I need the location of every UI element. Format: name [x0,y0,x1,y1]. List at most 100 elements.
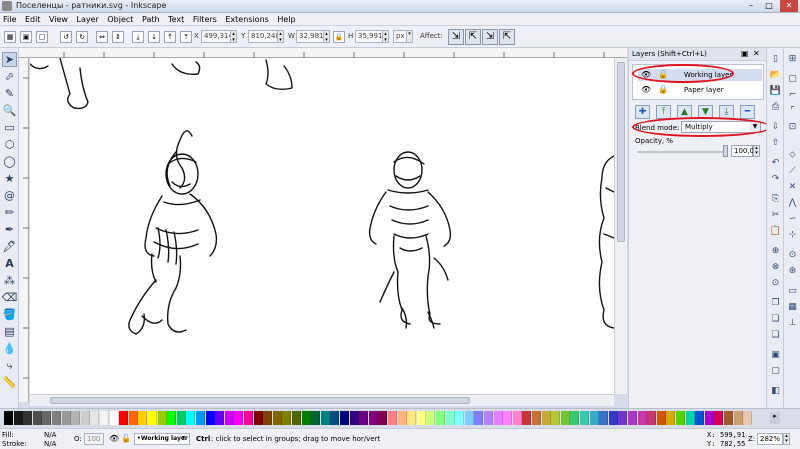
locked-icon[interactable]: 🔒 [658,84,668,96]
color-swatch[interactable] [224,411,234,425]
unlink-clone-icon[interactable]: ❑ [769,328,782,341]
color-swatch[interactable] [474,411,484,425]
export-icon[interactable]: ⇧ [769,136,782,149]
color-swatch[interactable] [522,411,532,425]
color-swatch[interactable] [90,411,100,425]
color-swatch[interactable] [484,411,493,425]
color-swatch[interactable] [13,411,23,425]
cut-icon[interactable]: ✂ [769,208,782,221]
color-swatch[interactable] [330,411,340,425]
color-swatch[interactable] [119,411,129,425]
snap-intersection-icon[interactable]: ✕ [786,180,799,193]
copy-icon[interactable]: ⎘ [769,192,782,205]
color-swatch[interactable] [656,411,666,425]
layer-name[interactable]: Paper layer [684,84,724,96]
color-swatch[interactable] [637,411,647,425]
text-tool-icon[interactable]: A [2,256,17,271]
horizontal-ruler[interactable] [19,48,627,58]
add-layer-button[interactable]: ✚ [635,105,650,119]
clone-icon[interactable]: ❏ [769,312,782,325]
menu-extensions[interactable]: Extensions [222,13,271,26]
color-swatch[interactable] [148,411,157,425]
color-swatch[interactable] [397,411,407,425]
zoom-drawing-icon[interactable]: ⊗ [769,260,782,273]
opacity-slider-handle[interactable] [723,145,728,157]
remove-layer-button[interactable]: ━ [740,105,755,119]
tweak-tool-icon[interactable]: ✎ [2,86,17,101]
panel-close-icon[interactable]: ✕ [753,49,760,58]
move-patterns-icon[interactable]: ⇱ [499,29,515,45]
color-swatch[interactable] [272,411,282,425]
color-swatch[interactable] [551,411,561,425]
close-button[interactable]: ✕ [780,0,798,12]
unlocked-icon[interactable]: 🔓 [121,434,131,443]
rectangle-tool-icon[interactable]: ▭ [2,120,17,135]
minimize-button[interactable]: – [742,0,760,12]
new-document-icon[interactable]: ▯ [769,52,782,65]
flip-horizontal-icon[interactable]: ⇔ [96,31,108,43]
color-swatch[interactable] [503,411,513,425]
zoom-page-icon[interactable]: ⊙ [769,276,782,289]
h-spin[interactable]: ▴ ▾ [382,30,389,43]
vertical-scroll-thumb[interactable] [617,62,625,242]
color-swatch[interactable] [52,411,61,425]
eye-visible-icon[interactable]: 👁 [109,434,119,443]
gradient-tool-icon[interactable]: ▤ [2,324,17,339]
color-swatch[interactable] [724,411,733,425]
rotate-cw-icon[interactable]: ↻ [76,31,88,43]
color-swatch[interactable] [743,411,753,425]
select-all-icon[interactable]: ▦ [4,31,16,43]
select-all-layers-icon[interactable]: ▣ [20,31,32,43]
vertical-scrollbar[interactable] [614,58,627,394]
units-dropdown-icon[interactable]: ▾ [406,30,413,43]
fill-stroke-icon[interactable]: ◧ [769,384,782,397]
panel-menu-icon[interactable]: ▣ [741,49,749,58]
3d-box-tool-icon[interactable]: ⬡ [2,137,17,152]
snap-bbox-midpoint-icon[interactable]: ⊡ [786,120,799,133]
zoom-spin[interactable]: ▴ ▾ [783,433,790,445]
lower-icon[interactable]: ↓ [148,31,160,43]
color-swatch[interactable] [560,411,570,425]
undo-icon[interactable]: ↶ [769,156,782,169]
snap-cusp-icon[interactable]: ⋀ [786,196,799,209]
node-tool-icon[interactable]: ⬀ [2,69,17,84]
color-swatch[interactable] [647,411,657,425]
color-swatch[interactable] [138,411,148,425]
color-swatch[interactable] [42,411,52,425]
raise-layer-top-button[interactable]: ⤒ [656,105,671,119]
color-swatch[interactable] [407,411,417,425]
color-swatch[interactable] [205,411,215,425]
color-swatch[interactable] [493,411,503,425]
spray-tool-icon[interactable]: ⁂ [2,273,17,288]
chevron-down-icon[interactable]: ▾ [182,434,185,441]
snap-grid-icon[interactable]: ▦ [786,300,799,313]
deselect-icon[interactable]: ▢ [36,31,48,43]
snap-bbox-edge-icon[interactable]: ⌐ [786,88,799,101]
maximize-button[interactable]: □ [760,0,778,12]
opacity-input[interactable]: 100 [84,433,104,445]
color-swatch[interactable] [234,411,244,425]
color-swatch[interactable] [368,411,378,425]
paste-icon[interactable]: 📋 [769,224,782,237]
color-swatch[interactable] [676,411,685,425]
vertical-ruler[interactable] [19,58,29,402]
zoom-input[interactable]: 282% [757,433,783,445]
menu-layer[interactable]: Layer [74,13,102,26]
color-swatch[interactable] [359,411,369,425]
selector-tool-icon[interactable]: ➤ [2,52,17,67]
snap-toggle-icon[interactable]: ⊞ [786,52,799,65]
opacity-slider-track[interactable] [637,151,723,153]
color-swatch[interactable] [128,411,138,425]
color-swatch[interactable] [311,411,321,425]
menu-text[interactable]: Text [165,13,187,26]
zoom-tool-icon[interactable]: 🔍 [2,103,17,118]
color-swatch[interactable] [695,411,705,425]
color-swatch[interactable] [388,411,397,425]
color-swatch[interactable] [263,411,273,425]
y-spin[interactable]: ▴ ▾ [277,30,284,43]
color-swatch[interactable] [71,411,81,425]
color-swatch[interactable] [378,411,388,425]
ungroup-icon[interactable]: ▢ [769,364,782,377]
move-gradients-icon[interactable]: ⇲ [482,29,498,45]
duplicate-icon[interactable]: ❐ [769,296,782,309]
